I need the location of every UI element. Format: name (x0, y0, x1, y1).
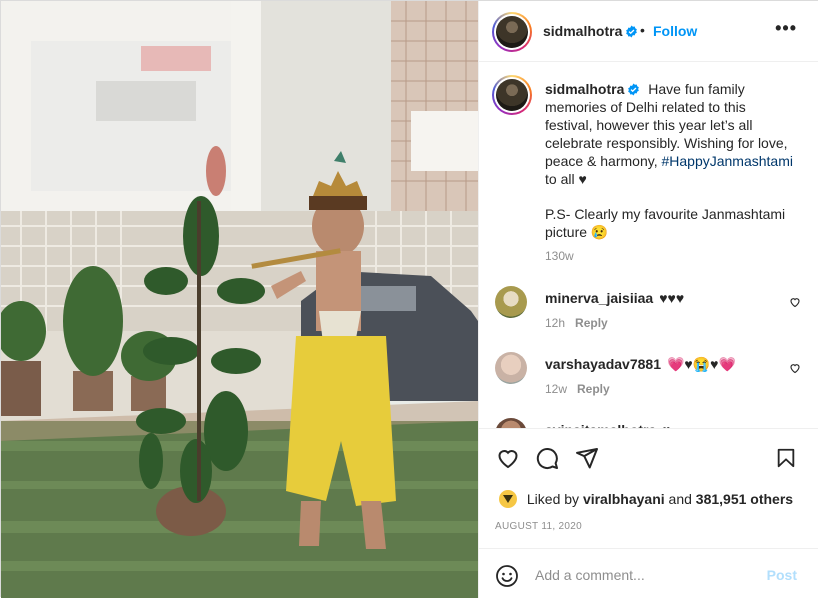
commenter-username[interactable]: varshayadav7881 (545, 356, 661, 372)
comment-item: varshayadav7881 💗♥😭♥💗 12w Reply (479, 352, 818, 412)
comment-meta: 12w Reply (545, 382, 620, 396)
author-avatar[interactable] (492, 12, 532, 52)
comment-text-line: varshayadav7881 💗♥😭♥💗 (545, 356, 736, 373)
commenter-username[interactable]: minerva_jaisiiaa (545, 290, 653, 306)
caption-timestamp[interactable]: 130w (545, 249, 574, 263)
post-comment-button[interactable]: Post (767, 567, 797, 583)
follow-button[interactable]: Follow (653, 23, 697, 39)
comment-text: ♥♥♥ (659, 290, 685, 306)
likes-others-count[interactable]: 381,951 others (696, 491, 793, 507)
caption-username[interactable]: sidmalhotra (545, 81, 640, 97)
comment-bubble-icon[interactable] (535, 446, 559, 470)
likes-summary[interactable]: Liked by viralbhayani and 381,951 others (499, 490, 793, 508)
instagram-post-window: sidmalhotra • Follow ••• sidmalhotra Hav… (0, 0, 818, 598)
commenter-avatar[interactable] (495, 418, 527, 428)
comments-section[interactable]: sidmalhotra Have fun family memories of … (479, 62, 818, 428)
liker-username[interactable]: viralbhayani (583, 491, 665, 507)
add-comment-input[interactable] (535, 564, 755, 586)
share-paper-plane-icon[interactable] (575, 446, 599, 470)
caption-body-end: to all ♥ (545, 171, 587, 187)
verified-badge-icon (628, 83, 640, 96)
post-header: sidmalhotra • Follow ••• (479, 1, 818, 62)
like-comment-heart-icon[interactable] (789, 296, 801, 308)
caption-ps: P.S- Clearly my favourite Janmashtami pi… (545, 206, 786, 240)
comment-meta: 12h Reply (545, 316, 618, 330)
post-date[interactable]: AUGUST 11, 2020 (495, 521, 582, 532)
comment-text-line: minerva_jaisiiaa ♥♥♥ (545, 290, 684, 306)
likes-joiner: and (668, 491, 692, 507)
verified-badge-icon (626, 25, 638, 38)
save-bookmark-icon[interactable] (775, 446, 797, 470)
comment-time[interactable]: 12h (545, 316, 565, 330)
separator-dot: • (640, 22, 645, 38)
comment-item: minerva_jaisiiaa ♥♥♥ 12h Reply (479, 286, 818, 346)
caption-avatar[interactable] (492, 75, 532, 115)
add-comment-bar: Post (479, 548, 818, 598)
commenter-avatar[interactable] (495, 352, 527, 384)
comment-text: 💗♥😭♥💗 (667, 356, 736, 372)
hashtag-link[interactable]: #HappyJanmashtami (661, 153, 793, 169)
photo-illustration (1, 1, 478, 598)
more-options-icon[interactable]: ••• (775, 19, 797, 37)
post-actions: Liked by viralbhayani and 381,951 others… (479, 428, 818, 548)
post-photo[interactable] (1, 1, 478, 598)
comment-item: avinaitamalhotra♥ (479, 418, 818, 428)
reply-button[interactable]: Reply (577, 382, 610, 396)
commenter-avatar[interactable] (495, 286, 527, 318)
liker-avatar[interactable] (499, 490, 517, 508)
like-comment-heart-icon[interactable] (789, 362, 801, 374)
author-username[interactable]: sidmalhotra (543, 23, 638, 39)
comment-time[interactable]: 12w (545, 382, 567, 396)
likes-prefix: Liked by (526, 491, 580, 507)
reply-button[interactable]: Reply (575, 316, 608, 330)
emoji-icon[interactable] (495, 564, 519, 588)
post-side-panel: sidmalhotra • Follow ••• sidmalhotra Hav… (478, 1, 818, 598)
caption-text: sidmalhotra Have fun family memories of … (545, 80, 795, 188)
like-heart-icon[interactable] (495, 446, 521, 470)
